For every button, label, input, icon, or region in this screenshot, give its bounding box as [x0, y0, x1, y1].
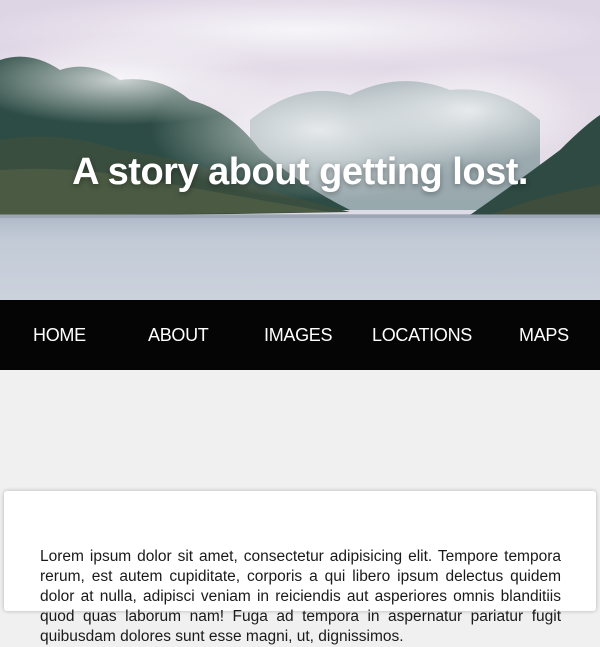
hero-banner: A story about getting lost.	[0, 0, 600, 300]
hero-landscape-image	[0, 0, 600, 300]
content-paragraph: Lorem ipsum dolor sit amet, consectetur …	[40, 548, 561, 645]
nav-item-locations[interactable]: LOCATIONS	[372, 300, 472, 370]
content-card: Lorem ipsum dolor sit amet, consectetur …	[4, 491, 596, 645]
nav-item-images[interactable]: IMAGES	[264, 300, 333, 370]
nav-item-home[interactable]: HOME	[33, 300, 86, 370]
nav-item-about[interactable]: ABOUT	[148, 300, 209, 370]
main-navigation: HOME ABOUT IMAGES LOCATIONS MAPS	[0, 300, 600, 370]
hero-title: A story about getting lost.	[72, 151, 528, 194]
nav-item-maps[interactable]: MAPS	[519, 300, 569, 370]
